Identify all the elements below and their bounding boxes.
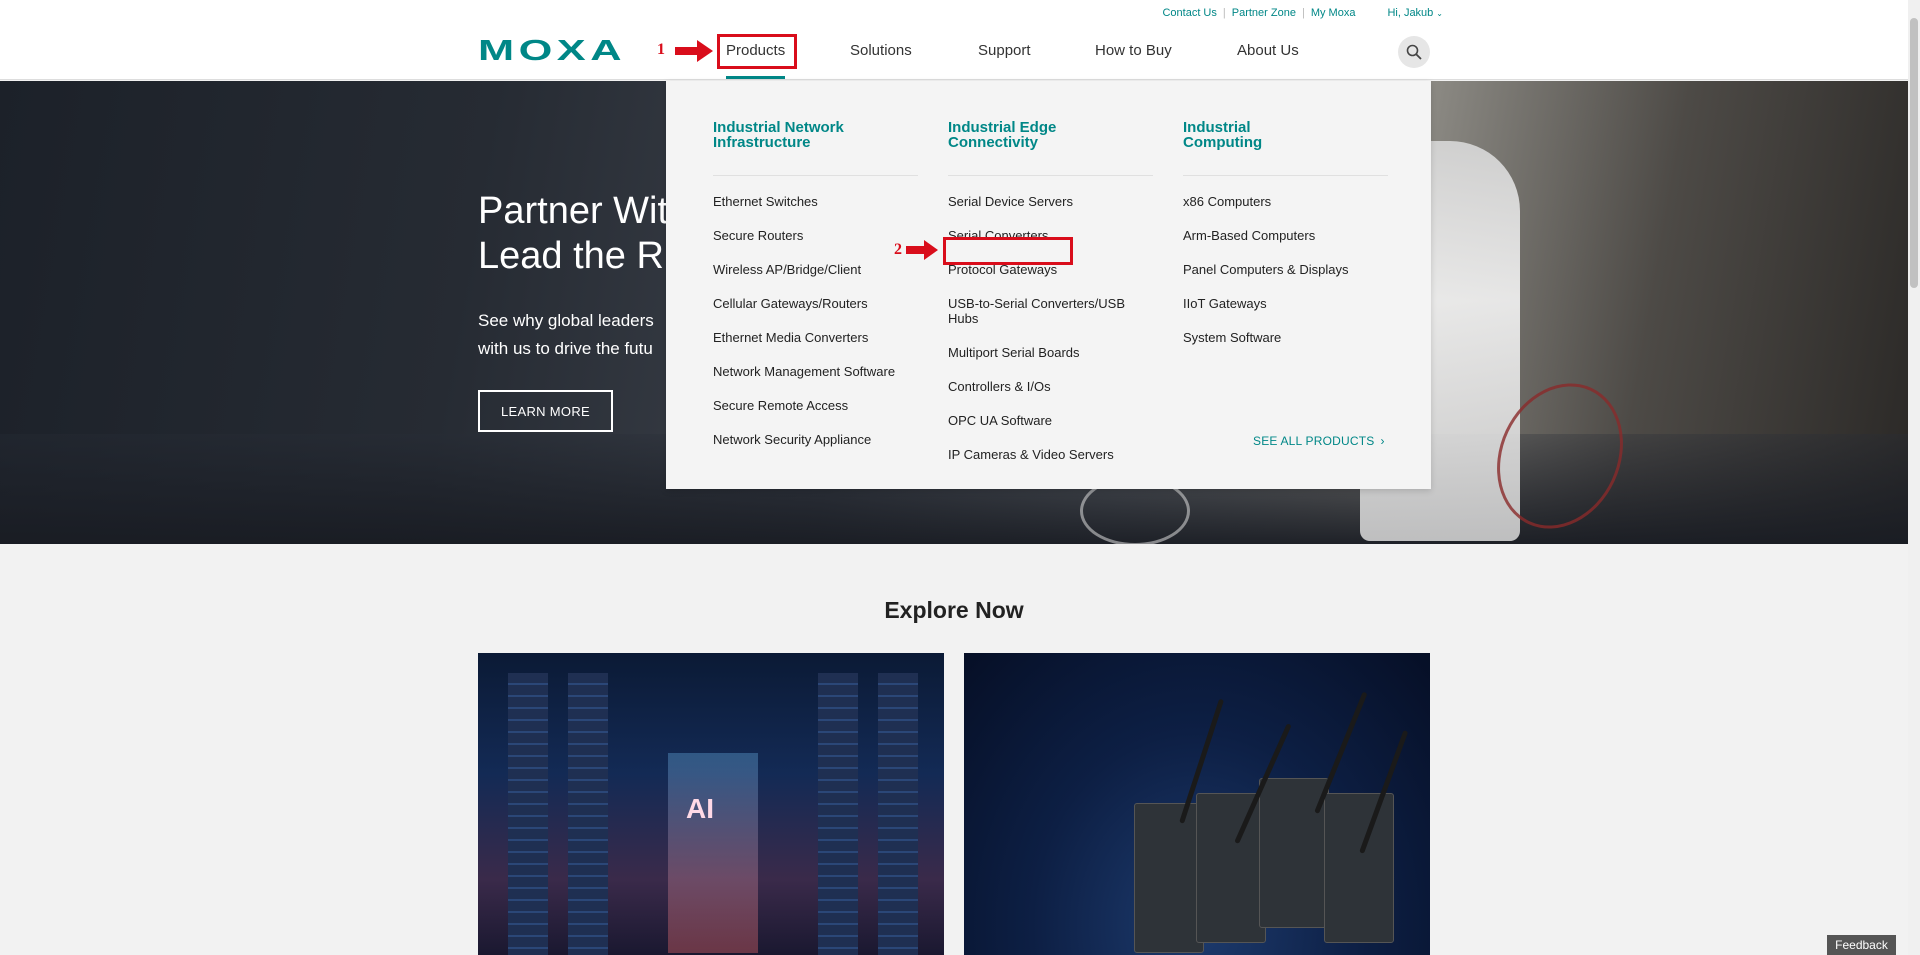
card-decoration: [568, 673, 608, 955]
menu-item-serial-device-servers[interactable]: Serial Device Servers: [948, 194, 1148, 209]
menu-item-media-converters[interactable]: Ethernet Media Converters: [713, 330, 913, 345]
moxa-logo[interactable]: MOXA: [478, 38, 626, 62]
user-menu[interactable]: Hi, Jakub ⌄: [1387, 7, 1443, 19]
menu-item-multiport-boards[interactable]: Multiport Serial Boards: [948, 345, 1148, 360]
menu-column-network: Industrial Network Infrastructure Ethern…: [713, 120, 923, 466]
nav-solutions[interactable]: Solutions: [850, 42, 912, 59]
menu-item-network-mgmt[interactable]: Network Management Software: [713, 364, 913, 379]
page-scrollbar[interactable]: [1908, 0, 1920, 955]
learn-more-button[interactable]: LEARN MORE: [478, 390, 613, 432]
menu-item-arm[interactable]: Arm-Based Computers: [1183, 228, 1383, 243]
menu-item-x86[interactable]: x86 Computers: [1183, 194, 1383, 209]
card-decoration: [818, 673, 858, 955]
explore-card-cellular-devices[interactable]: [964, 653, 1430, 955]
feedback-button[interactable]: Feedback: [1827, 935, 1896, 955]
menu-column-computing: Industrial Computing x86 Computers Arm-B…: [1183, 120, 1393, 364]
menu-item-cellular[interactable]: Cellular Gateways/Routers: [713, 296, 913, 311]
menu-heading-line: Infrastructure: [713, 134, 811, 151]
utility-links: Contact Us | Partner Zone | My Moxa Hi, …: [1162, 7, 1443, 19]
hero-subtitle: See why global leaders with us to drive …: [478, 307, 678, 363]
partner-zone-link[interactable]: Partner Zone: [1232, 7, 1296, 19]
chevron-down-icon: ⌄: [1436, 8, 1443, 18]
contact-us-link[interactable]: Contact Us: [1162, 7, 1216, 19]
menu-item-security-appliance[interactable]: Network Security Appliance: [713, 432, 913, 447]
utility-bar: Contact Us | Partner Zone | My Moxa Hi, …: [0, 0, 1908, 24]
menu-item-protocol-gateways[interactable]: Protocol Gateways: [948, 262, 1148, 277]
menu-item-remote-access[interactable]: Secure Remote Access: [713, 398, 913, 413]
menu-item-controllers-io[interactable]: Controllers & I/Os: [948, 379, 1148, 394]
device-image: [1324, 793, 1394, 943]
see-all-products-link[interactable]: SEE ALL PRODUCTS ›: [1253, 434, 1385, 448]
card-decoration: [878, 673, 918, 955]
menu-column-heading[interactable]: Industrial Edge Connectivity: [948, 120, 1153, 176]
chevron-right-icon: ›: [1380, 434, 1385, 448]
menu-item-ethernet-switches[interactable]: Ethernet Switches: [713, 194, 913, 209]
menu-heading-line: Industrial Network: [713, 119, 844, 136]
menu-column-heading[interactable]: Industrial Computing: [1183, 120, 1388, 176]
menu-item-secure-routers[interactable]: Secure Routers: [713, 228, 913, 243]
explore-card-ai-datacenter[interactable]: AI: [478, 653, 944, 955]
menu-item-ip-cameras[interactable]: IP Cameras & Video Servers: [948, 447, 1148, 462]
menu-item-panel-computers[interactable]: Panel Computers & Displays: [1183, 262, 1383, 277]
menu-column-edge: Industrial Edge Connectivity Serial Devi…: [948, 120, 1158, 481]
utility-separator: |: [1222, 7, 1226, 19]
nav-about-us[interactable]: About Us: [1237, 42, 1299, 59]
utility-separator: |: [1301, 7, 1305, 19]
logo-text: MOXA: [478, 38, 626, 62]
annotation-arrow-icon: [675, 40, 713, 62]
products-mega-menu: Industrial Network Infrastructure Ethern…: [666, 81, 1431, 489]
menu-item-wireless[interactable]: Wireless AP/Bridge/Client: [713, 262, 913, 277]
menu-item-system-software[interactable]: System Software: [1183, 330, 1383, 345]
card-ai-overlay-text: AI: [686, 793, 714, 824]
search-icon: [1406, 44, 1422, 60]
scrollbar-thumb[interactable]: [1910, 18, 1918, 288]
card-decoration: [668, 753, 758, 953]
main-header: MOXA Products Solutions Support How to B…: [0, 24, 1908, 80]
menu-heading-line: Connectivity: [948, 134, 1039, 151]
hero-subtitle-line: with us to drive the futu: [478, 339, 653, 358]
hero-subtitle-line: See why global leaders: [478, 311, 654, 330]
user-greeting: Hi, Jakub: [1387, 7, 1434, 19]
search-button[interactable]: [1398, 36, 1430, 68]
annotation-arrow-icon: [906, 240, 938, 260]
menu-column-heading[interactable]: Industrial Network Infrastructure: [713, 120, 918, 176]
menu-item-serial-converters[interactable]: Serial Converters: [948, 228, 1148, 243]
menu-item-iiot-gateways[interactable]: IIoT Gateways: [1183, 296, 1383, 311]
menu-heading-line: Industrial Edge: [948, 119, 1057, 136]
my-moxa-link[interactable]: My Moxa: [1311, 7, 1356, 19]
nav-products[interactable]: Products: [726, 42, 786, 79]
menu-item-usb-serial[interactable]: USB-to-Serial Converters/USB Hubs: [948, 296, 1138, 326]
nav-support[interactable]: Support: [978, 42, 1031, 59]
menu-item-opc-ua[interactable]: OPC UA Software: [948, 413, 1148, 428]
nav-how-to-buy[interactable]: How to Buy: [1095, 42, 1172, 59]
explore-now-heading: Explore Now: [884, 597, 1024, 623]
card-decoration: [508, 673, 548, 955]
menu-heading-line: Industrial: [1183, 119, 1251, 136]
see-all-label: SEE ALL PRODUCTS: [1253, 434, 1375, 448]
annotation-step-number: 2: [894, 241, 902, 258]
device-image: [1196, 793, 1266, 943]
menu-heading-line: Computing: [1183, 134, 1263, 151]
device-image: [1134, 803, 1204, 953]
annotation-step-number: 1: [657, 41, 665, 58]
